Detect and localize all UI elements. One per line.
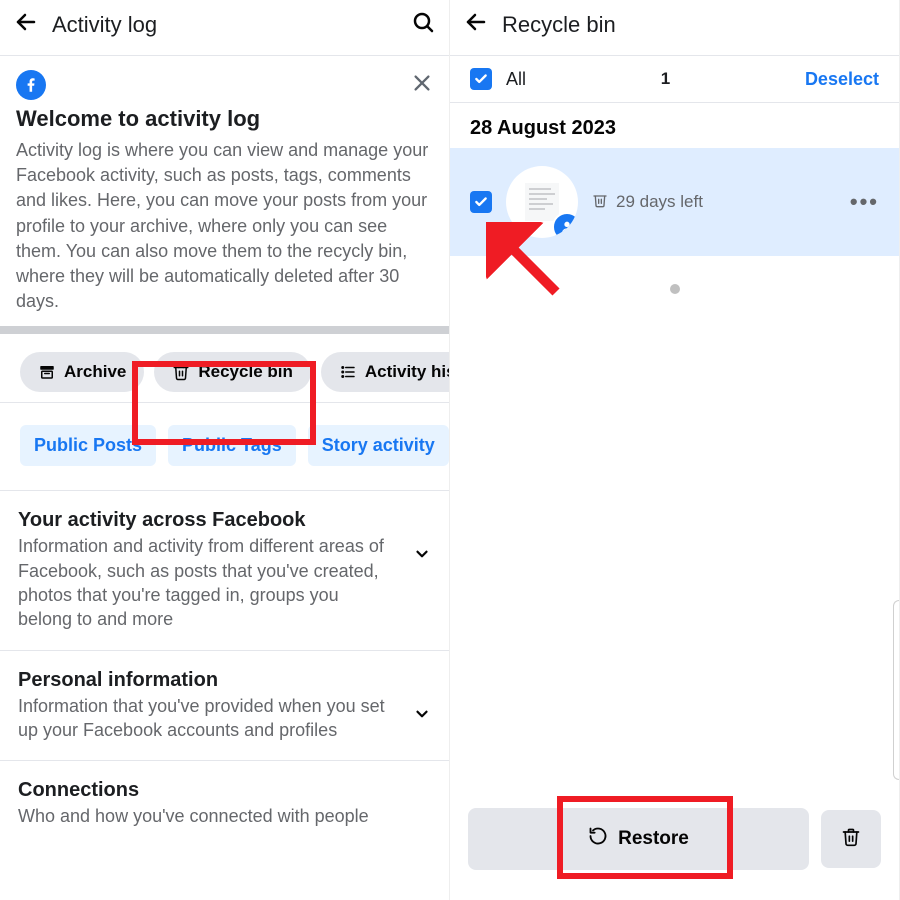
recycle-bin-pane: Recycle bin All 1 Deselect 28 August 202…: [450, 0, 900, 900]
section-activity[interactable]: Your activity across Facebook Informatio…: [0, 491, 449, 649]
profile-badge-icon: [552, 212, 578, 238]
days-left-label: 29 days left: [616, 192, 703, 212]
close-icon[interactable]: [411, 72, 433, 98]
right-topbar: Recycle bin: [450, 0, 899, 55]
left-topbar: Activity log: [0, 0, 449, 55]
recycle-bin-chip[interactable]: Recycle bin: [154, 352, 311, 392]
restore-button[interactable]: Restore: [468, 808, 809, 870]
select-all-checkbox[interactable]: [470, 68, 492, 90]
recycle-chip-label: Recycle bin: [198, 362, 293, 382]
item-thumbnail: [506, 166, 578, 238]
section-activity-body: Information and activity from different …: [18, 534, 397, 631]
archive-chip[interactable]: Archive: [20, 352, 144, 392]
chevron-down-icon[interactable]: [413, 509, 431, 568]
section-connections-title: Connections: [18, 779, 431, 802]
selection-bar: All 1 Deselect: [450, 56, 899, 103]
trash-icon: [592, 192, 608, 213]
page-title: Recycle bin: [502, 12, 885, 38]
more-icon[interactable]: •••: [850, 189, 879, 215]
search-icon[interactable]: [411, 10, 435, 39]
activity-history-chip[interactable]: Activity his: [321, 352, 449, 392]
selection-count: 1: [540, 69, 791, 89]
loading-indicator-icon: [670, 284, 680, 294]
deselect-button[interactable]: Deselect: [805, 69, 879, 90]
section-connections-body: Who and how you've connected with people: [18, 804, 431, 828]
date-group-header: 28 August 2023: [450, 103, 899, 148]
history-chip-label: Activity his: [365, 362, 449, 382]
section-personal[interactable]: Personal information Information that yo…: [0, 651, 449, 761]
hero-card: Welcome to activity log Activity log is …: [0, 56, 449, 326]
hero-body: Activity log is where you can view and m…: [16, 138, 433, 314]
delete-button[interactable]: [821, 810, 881, 868]
story-activity-chip[interactable]: Story activity: [308, 425, 449, 466]
section-personal-title: Personal information: [18, 669, 397, 692]
archive-chip-label: Archive: [64, 362, 126, 382]
trash-icon: [841, 827, 861, 852]
section-connections[interactable]: Connections Who and how you've connected…: [0, 761, 449, 846]
restore-label: Restore: [618, 828, 689, 850]
chevron-down-icon[interactable]: [413, 669, 431, 728]
hero-title: Welcome to activity log: [16, 106, 433, 132]
sub-filter-row: Public Posts Public Tags Story activity: [0, 403, 449, 490]
recycle-item-row[interactable]: 29 days left •••: [450, 148, 899, 256]
days-left: 29 days left: [592, 192, 836, 213]
action-bar: Restore: [468, 808, 881, 870]
peek-panel: [893, 600, 899, 780]
activity-log-pane: Activity log Welcome to activity log Act…: [0, 0, 450, 900]
archive-icon: [38, 363, 56, 381]
facebook-logo-icon: [16, 70, 46, 100]
back-icon[interactable]: [464, 10, 488, 39]
list-icon: [339, 363, 357, 381]
section-activity-title: Your activity across Facebook: [18, 509, 397, 532]
back-icon[interactable]: [14, 10, 38, 39]
undo-icon: [588, 826, 608, 852]
trash-icon: [172, 363, 190, 381]
page-title: Activity log: [52, 12, 397, 38]
all-label: All: [506, 69, 526, 90]
public-tags-chip[interactable]: Public Tags: [168, 425, 296, 466]
section-personal-body: Information that you've provided when yo…: [18, 694, 397, 743]
public-posts-chip[interactable]: Public Posts: [20, 425, 156, 466]
filter-chips-row: Archive Recycle bin Activity his: [0, 334, 449, 402]
item-checkbox[interactable]: [470, 191, 492, 213]
